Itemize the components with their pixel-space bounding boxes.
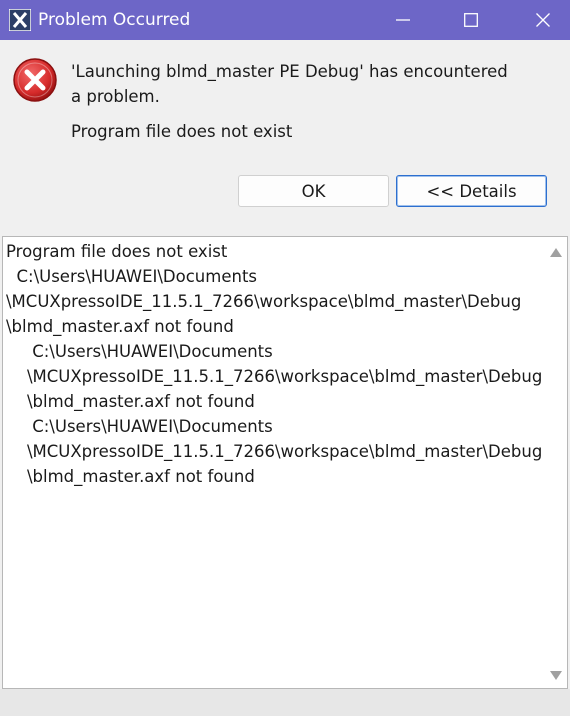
maximize-icon xyxy=(464,13,478,27)
problem-dialog-window: Problem Occurred 'Launching blmd_master … xyxy=(0,0,570,716)
error-message: 'Launching blmd_master PE Debug' has enc… xyxy=(71,62,508,106)
details-toggle-button[interactable]: << Details xyxy=(396,175,547,207)
minimize-icon xyxy=(396,19,410,21)
window-title: Problem Occurred xyxy=(38,10,191,30)
error-icon xyxy=(12,57,58,103)
scroll-up-arrow-icon[interactable] xyxy=(550,248,562,257)
close-button[interactable] xyxy=(520,0,566,40)
scroll-down-arrow-icon[interactable] xyxy=(550,671,562,680)
error-reason: Program file does not exist xyxy=(71,122,293,141)
vertical-scrollbar[interactable] xyxy=(545,237,567,688)
window-bottom-edge xyxy=(0,689,570,716)
details-text: Program file does not exist C:\Users\HUA… xyxy=(6,242,543,486)
ok-button[interactable]: OK xyxy=(238,175,389,207)
maximize-button[interactable] xyxy=(448,0,494,40)
minimize-button[interactable] xyxy=(380,0,426,40)
close-icon xyxy=(536,13,550,27)
eclipse-x-icon xyxy=(8,8,32,32)
details-text-area[interactable]: Program file does not exist C:\Users\HUA… xyxy=(2,236,568,689)
title-bar[interactable]: Problem Occurred xyxy=(0,0,570,40)
